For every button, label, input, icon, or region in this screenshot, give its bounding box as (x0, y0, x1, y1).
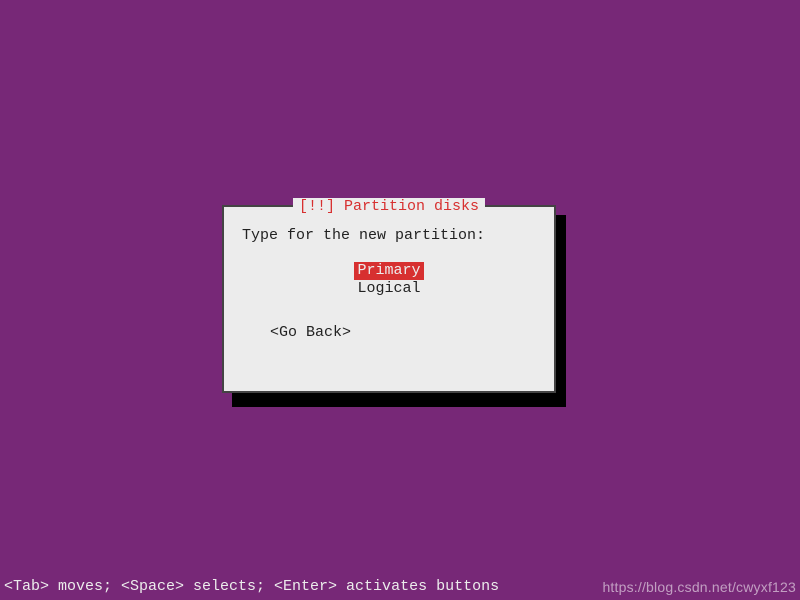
option-logical[interactable]: Logical (354, 280, 423, 298)
statusbar: <Tab> moves; <Space> selects; <Enter> ac… (0, 575, 800, 600)
option-primary[interactable]: Primary (354, 262, 423, 280)
prompt-text: Type for the new partition: (242, 227, 536, 244)
dialog-title-row: [!!] Partition disks (224, 207, 554, 215)
partition-dialog: [!!] Partition disks Type for the new pa… (222, 205, 556, 393)
go-back-button[interactable]: <Go Back> (242, 324, 536, 341)
keyboard-hint: <Tab> moves; <Space> selects; <Enter> ac… (4, 578, 499, 595)
dialog-title: [!!] Partition disks (293, 198, 485, 215)
dialog-body: Type for the new partition: Primary Logi… (224, 215, 554, 351)
partition-type-options: Primary Logical (242, 262, 536, 298)
watermark: https://blog.csdn.net/cwyxf123 (602, 579, 796, 595)
